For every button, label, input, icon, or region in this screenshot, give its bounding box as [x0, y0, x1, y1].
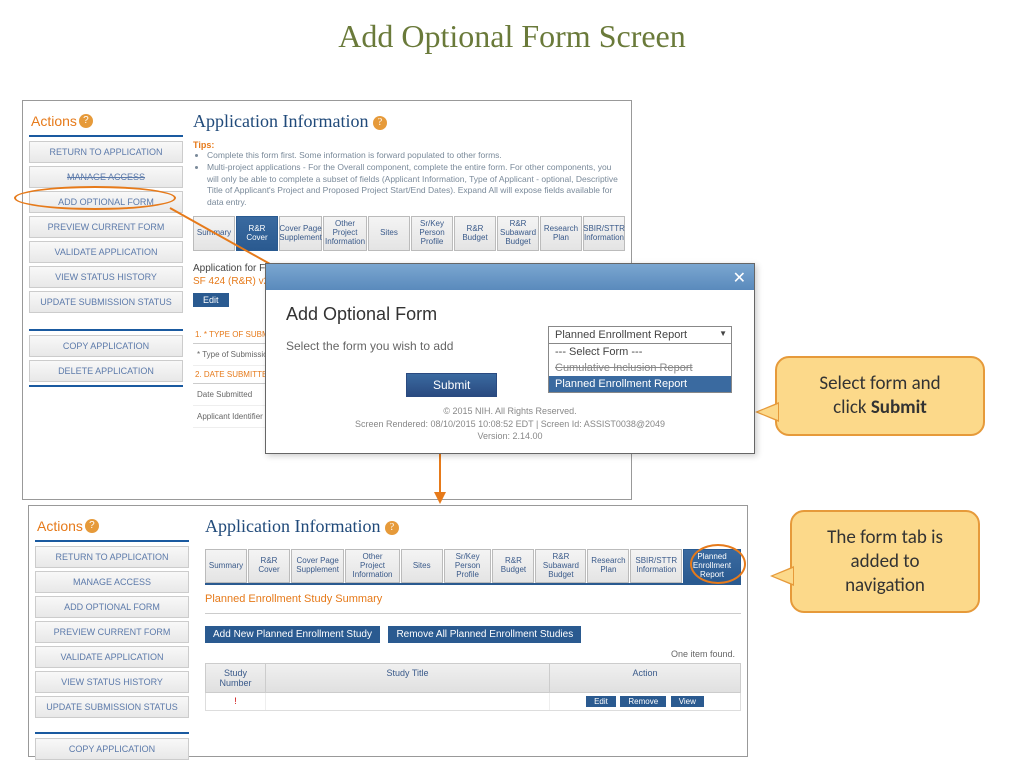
dropdown-option[interactable]: Cumulative Inclusion Report: [549, 360, 731, 376]
study-table: Study Number Study Title Action ! Edit R…: [205, 663, 741, 711]
tab-rr-cover[interactable]: R&R Cover: [236, 216, 278, 250]
tabs-bottom: Summary R&R Cover Cover Page Supplement …: [205, 549, 741, 583]
cell-warning-icon: !: [206, 693, 266, 710]
edit-row-button[interactable]: Edit: [586, 696, 616, 707]
add-optional-form-button[interactable]: ADD OPTIONAL FORM: [35, 596, 189, 618]
tip-item: Complete this form first. Some informati…: [207, 150, 625, 161]
actions-heading: Actions?: [35, 512, 189, 538]
dialog-title: Add Optional Form: [286, 304, 734, 325]
copy-application-button[interactable]: COPY APPLICATION: [35, 738, 189, 760]
col-action: Action: [550, 664, 740, 692]
tab-sites[interactable]: Sites: [368, 216, 410, 250]
bottom-panel: Actions? RETURN TO APPLICATION MANAGE AC…: [28, 505, 748, 757]
dropdown-selected[interactable]: Planned Enrollment Report: [548, 326, 732, 344]
tab-other-project-information[interactable]: Other Project Information: [345, 549, 399, 583]
add-new-study-button[interactable]: Add New Planned Enrollment Study: [205, 626, 380, 643]
submit-button[interactable]: Submit: [406, 373, 497, 397]
tab-rr-subaward-budget[interactable]: R&R Subaward Budget: [535, 549, 586, 583]
tab-cover-page-supplement[interactable]: Cover Page Supplement: [291, 549, 344, 583]
tab-sr-key-person-profile[interactable]: Sr/Key Person Profile: [444, 549, 492, 583]
manage-access-button[interactable]: MANAGE ACCESS: [29, 166, 183, 188]
tab-rr-cover[interactable]: R&R Cover: [248, 549, 290, 583]
tab-research-plan[interactable]: Research Plan: [587, 549, 629, 583]
page-title: Add Optional Form Screen: [0, 0, 1024, 67]
copy-application-button[interactable]: COPY APPLICATION: [29, 335, 183, 357]
oval-tab-added: [690, 544, 746, 584]
tab-sites[interactable]: Sites: [401, 549, 443, 583]
tab-cover-page-supplement[interactable]: Cover Page Supplement: [279, 216, 322, 250]
delete-application-button[interactable]: DELETE APPLICATION: [29, 360, 183, 382]
help-icon[interactable]: ?: [385, 521, 399, 535]
oval-add-optional-form: [14, 186, 176, 210]
close-icon[interactable]: ✕: [733, 268, 746, 288]
tab-summary[interactable]: Summary: [205, 549, 247, 583]
help-icon[interactable]: ?: [373, 116, 387, 130]
table-row: ! Edit Remove View: [205, 693, 741, 711]
tab-sr-key-person-profile[interactable]: Sr/Key Person Profile: [411, 216, 453, 250]
help-icon[interactable]: ?: [79, 114, 93, 128]
dialog-footer: © 2015 NIH. All Rights Reserved. Screen …: [286, 405, 734, 443]
remove-all-studies-button[interactable]: Remove All Planned Enrollment Studies: [388, 626, 581, 643]
actions-heading: Actions?: [29, 107, 183, 133]
update-submission-status-button[interactable]: UPDATE SUBMISSION STATUS: [29, 291, 183, 313]
return-to-application-button[interactable]: RETURN TO APPLICATION: [35, 546, 189, 568]
tip-item: Multi-project applications - For the Ove…: [207, 162, 625, 208]
cell-study-title: [266, 693, 550, 710]
sidebar-bottom: Actions? RETURN TO APPLICATION MANAGE AC…: [35, 512, 189, 763]
dialog-header: ✕: [266, 264, 754, 290]
view-row-button[interactable]: View: [671, 696, 704, 707]
return-to-application-button[interactable]: RETURN TO APPLICATION: [29, 141, 183, 163]
tips-list: Complete this form first. Some informati…: [197, 150, 625, 208]
col-study-title: Study Title: [266, 664, 550, 692]
tab-research-plan[interactable]: Research Plan: [540, 216, 582, 250]
content-bottom: Application Information ? Summary R&R Co…: [205, 512, 741, 711]
col-study-number: Study Number: [206, 664, 266, 692]
remove-row-button[interactable]: Remove: [620, 696, 666, 707]
view-status-history-button[interactable]: VIEW STATUS HISTORY: [35, 671, 189, 693]
section-title: Application Information ?: [193, 107, 625, 136]
sidebar-top: Actions? RETURN TO APPLICATION MANAGE AC…: [29, 107, 183, 391]
edit-button[interactable]: Edit: [193, 293, 229, 307]
manage-access-button[interactable]: MANAGE ACCESS: [35, 571, 189, 593]
callout-select-submit: Select form and click Submit: [775, 356, 985, 436]
tab-sbir-sttr-information[interactable]: SBIR/STTR Information: [583, 216, 625, 250]
dropdown-option[interactable]: Planned Enrollment Report: [549, 376, 731, 392]
tab-rr-subaward-budget[interactable]: R&R Subaward Budget: [497, 216, 539, 250]
form-select-dropdown[interactable]: Planned Enrollment Report --- Select For…: [548, 326, 732, 393]
tab-sbir-sttr-information[interactable]: SBIR/STTR Information: [630, 549, 682, 583]
dropdown-option[interactable]: --- Select Form ---: [549, 344, 731, 360]
item-count-label: One item found.: [205, 649, 735, 659]
dropdown-list: --- Select Form --- Cumulative Inclusion…: [548, 344, 732, 393]
section-title: Application Information ?: [205, 512, 741, 541]
view-status-history-button[interactable]: VIEW STATUS HISTORY: [29, 266, 183, 288]
tab-rr-budget[interactable]: R&R Budget: [492, 549, 534, 583]
tabs-top: Summary R&R Cover Cover Page Supplement …: [193, 216, 625, 250]
preview-current-form-button[interactable]: PREVIEW CURRENT FORM: [29, 216, 183, 238]
tab-other-project-information[interactable]: Other Project Information: [323, 216, 367, 250]
planned-enrollment-summary-title: Planned Enrollment Study Summary: [205, 593, 741, 605]
tips-label: Tips:: [193, 140, 625, 150]
add-optional-form-dialog: ✕ Add Optional Form Select the form you …: [265, 263, 755, 454]
validate-application-button[interactable]: VALIDATE APPLICATION: [29, 241, 183, 263]
preview-current-form-button[interactable]: PREVIEW CURRENT FORM: [35, 621, 189, 643]
help-icon[interactable]: ?: [85, 519, 99, 533]
callout-tab-added: The form tab is added to navigation: [790, 510, 980, 613]
tab-summary[interactable]: Summary: [193, 216, 235, 250]
tab-rr-budget[interactable]: R&R Budget: [454, 216, 496, 250]
update-submission-status-button[interactable]: UPDATE SUBMISSION STATUS: [35, 696, 189, 718]
validate-application-button[interactable]: VALIDATE APPLICATION: [35, 646, 189, 668]
